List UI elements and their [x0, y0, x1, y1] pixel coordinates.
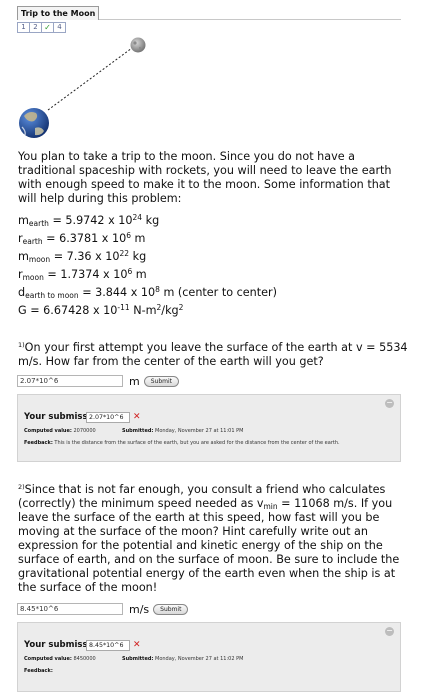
feedback-message: Feedback: — [24, 668, 53, 674]
incorrect-x-icon: ✕ — [133, 640, 141, 650]
incorrect-x-icon: ✕ — [133, 412, 141, 422]
question-2-number: 2) — [18, 483, 25, 491]
moon-icon — [130, 37, 146, 53]
submitted-answer-value: 8.45*10^6 — [86, 639, 130, 651]
computed-value: 2070000 — [73, 428, 96, 434]
feedback-message: Feedback: This is the distance from the … — [24, 440, 340, 446]
collapse-icon[interactable]: − — [385, 399, 394, 408]
computed-value: 8450000 — [73, 656, 96, 662]
question-1-answer-input[interactable] — [17, 375, 123, 387]
question-2-unit: m/s — [129, 602, 150, 616]
earth-icon — [19, 108, 49, 138]
submitted-answer-value: 2.07*10^6 — [86, 411, 130, 423]
question-1-submit-button[interactable]: Submit — [143, 375, 180, 387]
submissions-label: Your submissions: — [24, 640, 86, 650]
submissions-label: Your submissions: — [24, 412, 86, 422]
question-1-text: 1)On your first attempt you leave the su… — [18, 341, 408, 368]
given-radius-moon: rmoon = 1.7374 x 106 m — [18, 267, 147, 282]
given-gravitational-constant: G = 6.67428 x 10-11 N-m2/kg2 — [18, 303, 184, 317]
submitted-timestamp: Monday, November 27 at 11:02 PM — [155, 656, 244, 662]
question-2-text: 2)Since that is not far enough, you cons… — [18, 483, 400, 594]
problem-intro-text: You plan to take a trip to the moon. Sin… — [18, 150, 392, 205]
trajectory-dashed-line — [47, 47, 133, 111]
question-2-answer-row: m/s Submit — [17, 602, 189, 616]
earth-moon-illustration — [19, 37, 146, 138]
question-2-answer-input[interactable] — [17, 603, 123, 615]
question-1-number: 1) — [18, 341, 25, 349]
collapse-icon[interactable]: − — [385, 627, 394, 636]
question-2-submission-panel: − Your submissions: 8.45*10^6 ✕ Computed… — [17, 622, 401, 692]
given-mass-moon: mmoon = 7.36 x 1022 kg — [18, 249, 147, 264]
question-1-submission-panel: − Your submissions: 2.07*10^6 ✕ Computed… — [17, 394, 401, 462]
question-1-answer-row: m Submit — [17, 374, 180, 388]
question-2-submit-button[interactable]: Submit — [153, 603, 189, 615]
given-radius-earth: rearth = 6.3781 x 106 m — [18, 231, 146, 246]
given-distance-earth-moon: dearth to moon = 3.844 x 108 m (center t… — [18, 285, 277, 300]
tab-bar: Trip to the Moon — [17, 6, 401, 20]
question-1-unit: m — [129, 374, 140, 388]
given-mass-earth: mearth = 5.9742 x 1024 kg — [18, 213, 160, 228]
submitted-timestamp: Monday, November 27 at 11:01 PM — [155, 428, 244, 434]
tab-trip-to-the-moon[interactable]: Trip to the Moon — [17, 6, 100, 20]
given-values-list: mearth = 5.9742 x 1024 kg rearth = 6.378… — [18, 212, 410, 320]
